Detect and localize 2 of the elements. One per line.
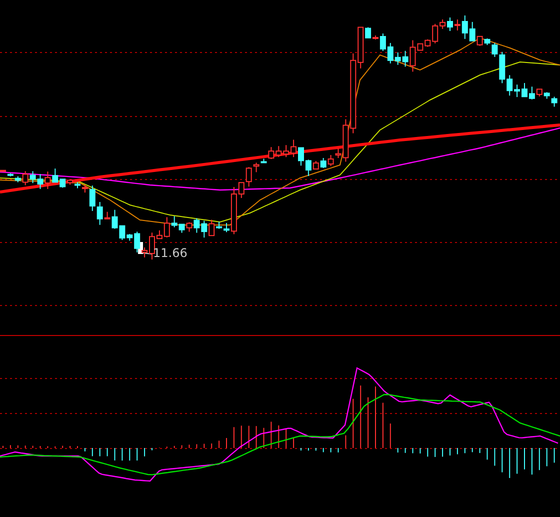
leader-line	[142, 252, 152, 254]
low-price-label: 11.66	[153, 246, 188, 260]
